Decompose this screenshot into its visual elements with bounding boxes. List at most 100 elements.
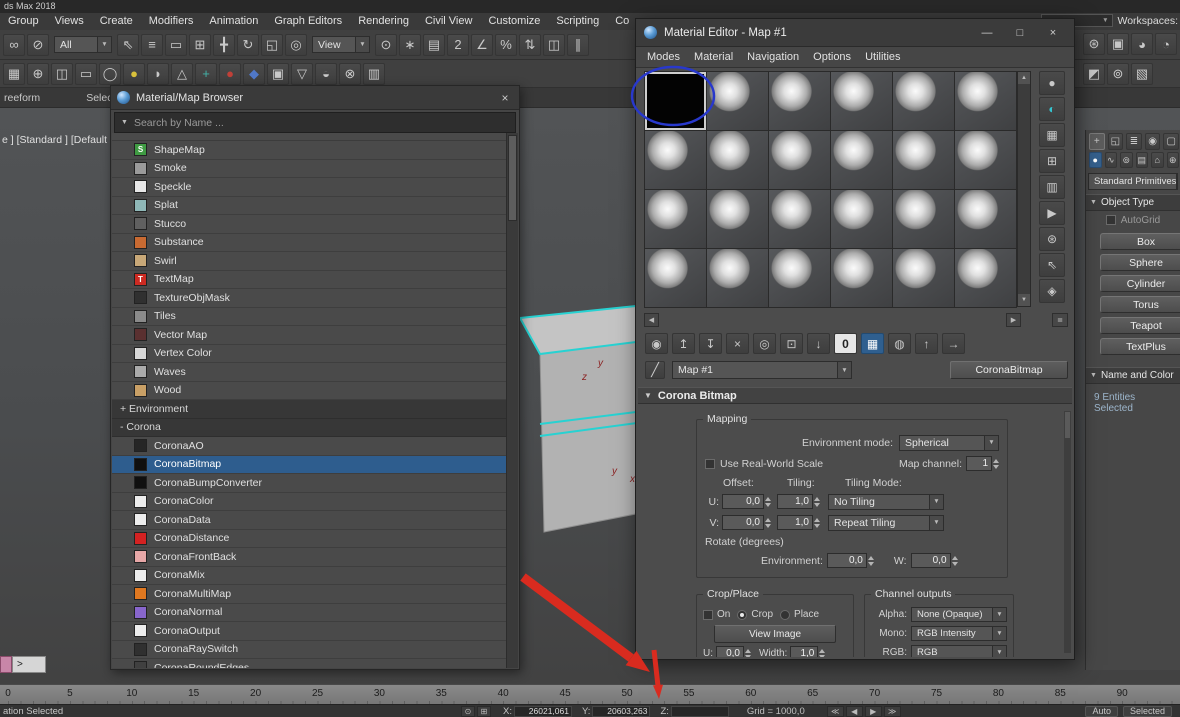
render-iterative-icon[interactable]: ◔ [1155, 33, 1177, 55]
selection-filter-dropdown[interactable]: All ▼ [54, 36, 112, 53]
select-and-place-icon[interactable]: ◎ [285, 34, 307, 56]
video-color-check-icon[interactable]: ▥ [1039, 175, 1065, 199]
y-value[interactable]: 20603,263 [592, 706, 650, 717]
environment-mode-dropdown[interactable]: Spherical ▼ [899, 435, 999, 451]
place-radio[interactable] [780, 610, 790, 620]
material-swatch[interactable] [831, 131, 892, 189]
map-list-item[interactable]: TextureObjMask [112, 289, 507, 308]
environment-rotate-spinner[interactable]: 0,0 [827, 553, 874, 568]
cameras-category-icon[interactable]: ▤ [1136, 152, 1149, 168]
menu-item[interactable]: Co [607, 13, 637, 30]
material-swatch[interactable] [707, 190, 768, 248]
shapes-category-icon[interactable]: ∿ [1105, 152, 1118, 168]
render-production-icon[interactable]: ◕ [1131, 33, 1153, 55]
geometry-category-icon[interactable]: ● [1089, 152, 1102, 168]
scroll-left-icon[interactable]: ◀ [644, 313, 659, 327]
listener-input[interactable]: > [12, 656, 46, 673]
create-tab[interactable]: + [1089, 133, 1105, 150]
eyedropper-icon[interactable]: ╱ [645, 361, 665, 379]
put-to-library-icon[interactable]: ↓ [807, 333, 830, 354]
put-material-to-scene-icon[interactable]: ↥ [672, 333, 695, 354]
rectangular-selection-region-icon[interactable]: ▭ [165, 34, 187, 56]
select-link-icon[interactable]: ∞ [3, 34, 25, 56]
toolbar2-icon-14[interactable]: ◒ [315, 63, 337, 85]
browser-scrollbar[interactable] [506, 133, 518, 668]
y-coordinate-field[interactable]: Y: 20603,263 [582, 706, 650, 717]
map-list-item[interactable]: T TextMap [112, 271, 507, 290]
map-list-item[interactable]: Splat [112, 197, 507, 216]
lights-category-icon[interactable]: ⊚ [1120, 152, 1133, 168]
material-swatch[interactable] [831, 190, 892, 248]
map-list-item[interactable]: Vector Map [112, 326, 507, 345]
make-unique-icon[interactable]: ⊡ [780, 333, 803, 354]
sample-type-icon[interactable]: ● [1039, 71, 1065, 95]
toolbar2-icon-6[interactable]: ● [123, 63, 145, 85]
scroll-right-icon[interactable]: ▶ [1006, 313, 1021, 327]
mono-output-dropdown[interactable]: RGB Intensity ▼ [911, 626, 1007, 641]
material-swatch[interactable] [893, 249, 954, 307]
toolbar2-icon-3[interactable]: ◫ [51, 63, 73, 85]
primitive-button[interactable]: Box [1100, 233, 1180, 250]
toolbar2-icon-5[interactable]: ◯ [99, 63, 121, 85]
get-material-icon[interactable]: ◉ [645, 333, 668, 354]
systems-category-icon[interactable]: ⊕ [1167, 152, 1180, 168]
toolbar2-icon-13[interactable]: ▽ [291, 63, 313, 85]
map-list-item[interactable]: Waves [112, 363, 507, 382]
menu-item[interactable]: Rendering [350, 13, 417, 30]
menu-item[interactable]: Navigation [740, 49, 806, 66]
percent-snap-icon[interactable]: % [495, 34, 517, 56]
select-and-move-icon[interactable]: ╋ [213, 34, 235, 56]
material-swatch[interactable] [893, 190, 954, 248]
map-list-item[interactable]: CoronaColor [112, 493, 507, 512]
material-swatch[interactable] [955, 190, 1016, 248]
primitive-button[interactable]: Sphere [1100, 254, 1180, 271]
viewport-shading-label[interactable]: e ] [Standard ] [Default [2, 134, 107, 146]
material-swatch[interactable] [645, 190, 706, 248]
auto-key-button[interactable]: Auto [1085, 706, 1118, 717]
material-swatch[interactable] [707, 249, 768, 307]
parameters-scrollbar[interactable] [1064, 411, 1071, 653]
menu-item[interactable]: Modes [640, 49, 687, 66]
selection-lock-icon[interactable]: ⊙ [461, 706, 475, 717]
primitive-button[interactable]: Cylinder [1100, 275, 1180, 292]
make-preview-icon[interactable]: ▶ [1039, 201, 1065, 225]
z-coordinate-field[interactable]: Z: [660, 706, 728, 717]
map-list-item[interactable]: Tiles [112, 308, 507, 327]
map-list-item[interactable]: Substance [112, 234, 507, 253]
backlight-icon[interactable]: ◐ [1039, 97, 1065, 121]
sample-uv-tiling-icon[interactable]: ⊞ [1039, 149, 1065, 173]
z-value[interactable] [671, 706, 729, 717]
toolbar2-icon-10[interactable]: ● [219, 63, 241, 85]
material-swatch[interactable] [893, 72, 954, 130]
primitives-category-dropdown[interactable]: Standard Primitives ▼ [1088, 173, 1178, 190]
autogrid-checkbox[interactable] [1106, 215, 1116, 225]
hierarchy-tab[interactable]: ≣ [1126, 133, 1142, 150]
crop-on-checkbox[interactable] [703, 610, 713, 620]
menu-item[interactable]: Create [92, 13, 141, 30]
map-list-item[interactable]: CoronaFrontBack [112, 548, 507, 567]
material-swatch[interactable] [645, 249, 706, 307]
use-pivot-center-icon[interactable]: ⊙ [375, 34, 397, 56]
map-list-item[interactable]: CoronaRoundEdges [112, 659, 507, 668]
material-swatch[interactable] [955, 249, 1016, 307]
name-and-color-rollout[interactable]: ▼ Name and Color [1086, 367, 1180, 384]
menu-item[interactable]: Options [806, 49, 858, 66]
material-swatch[interactable] [893, 131, 954, 189]
u-offset-spinner[interactable]: 0,0 [722, 494, 771, 509]
material-swatch[interactable] [769, 72, 830, 130]
map-list-item[interactable]: CoronaBumpConverter [112, 474, 507, 493]
u-tiling-mode-dropdown[interactable]: No Tiling ▼ [828, 494, 944, 510]
mirror-icon[interactable]: ◫ [543, 34, 565, 56]
material-swatch[interactable] [707, 72, 768, 130]
material-swatch[interactable] [769, 131, 830, 189]
browser-titlebar[interactable]: Material/Map Browser × [111, 86, 519, 110]
material-swatch[interactable] [831, 72, 892, 130]
menu-item[interactable]: Modifiers [141, 13, 202, 30]
scroll-up-icon[interactable]: ▲ [1018, 72, 1030, 84]
view-image-button[interactable]: View Image [714, 625, 836, 643]
map-list-item[interactable]: S ShapeMap [112, 141, 507, 160]
x-value[interactable]: 26021,061 [514, 706, 572, 717]
go-to-parent-icon[interactable]: ↑ [915, 333, 938, 354]
timeline-track-bar[interactable]: 051015202530354045505560657075808590 [0, 684, 1180, 705]
toolbar2-right-icon-1[interactable]: ◩ [1083, 63, 1105, 85]
